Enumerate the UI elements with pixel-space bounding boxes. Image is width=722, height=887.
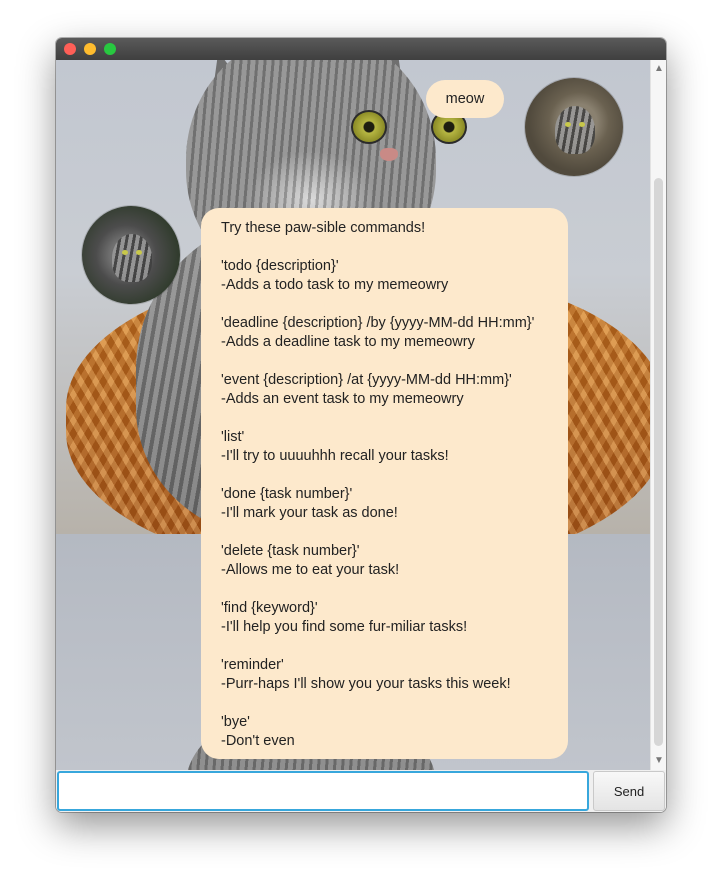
command-syntax: 'event {description} /at {yyyy-MM-dd HH:…: [221, 372, 512, 388]
duke-avatar: [82, 206, 180, 304]
chat-scroll-area[interactable]: meow Try these paw-sible commands! 'todo…: [56, 60, 666, 770]
duke-message-bubble: Try these paw-sible commands! 'todo {des…: [201, 208, 568, 759]
input-bar: Send: [56, 770, 666, 812]
command-syntax: 'delete {task number}': [221, 543, 360, 559]
cat-nose: [380, 148, 398, 161]
user-avatar: [525, 78, 623, 176]
command-description: -I'll help you find some fur-miliar task…: [221, 619, 468, 635]
command-item: 'bye' -Don't even: [221, 713, 548, 751]
minimize-window-button[interactable]: [84, 43, 96, 55]
maximize-window-button[interactable]: [104, 43, 116, 55]
command-syntax: 'bye': [221, 714, 250, 730]
scrollbar-thumb[interactable]: [654, 178, 663, 746]
send-button[interactable]: Send: [593, 771, 665, 811]
command-description: -Purr-haps I'll show you your tasks this…: [221, 676, 511, 692]
command-description: -I'll mark your task as done!: [221, 505, 398, 521]
command-syntax: 'deadline {description} /by {yyyy-MM-dd …: [221, 315, 535, 331]
command-item: 'find {keyword}' -I'll help you find som…: [221, 599, 548, 637]
command-item: 'delete {task number}' -Allows me to eat…: [221, 542, 548, 580]
command-item: 'reminder' -Purr-haps I'll show you your…: [221, 656, 548, 694]
message-input[interactable]: [57, 771, 589, 811]
cat-icon: [555, 106, 595, 154]
scroll-down-arrow-icon[interactable]: ▼: [651, 754, 666, 768]
command-description: -Don't even: [221, 733, 295, 749]
command-syntax: 'done {task number}': [221, 486, 353, 502]
vertical-scrollbar[interactable]: ▲ ▼: [650, 60, 666, 770]
command-description: -Allows me to eat your task!: [221, 562, 400, 578]
title-bar: [56, 38, 666, 60]
command-item: 'done {task number}' -I'll mark your tas…: [221, 485, 548, 523]
scroll-up-arrow-icon[interactable]: ▲: [651, 62, 666, 76]
command-syntax: 'find {keyword}': [221, 600, 318, 616]
command-description: -I'll try to uuuuhhh recall your tasks!: [221, 448, 449, 464]
close-window-button[interactable]: [64, 43, 76, 55]
command-item: 'event {description} /at {yyyy-MM-dd HH:…: [221, 371, 548, 409]
command-syntax: 'todo {description}': [221, 258, 339, 274]
command-description: -Adds an event task to my memeowry: [221, 391, 464, 407]
cat-icon: [112, 234, 152, 282]
duke-intro-text: Try these paw-sible commands!: [221, 220, 426, 236]
avatar-eye: [122, 250, 128, 255]
command-syntax: 'reminder': [221, 657, 284, 673]
user-message-text: meow: [445, 91, 485, 107]
command-description: -Adds a deadline task to my memeowry: [221, 334, 475, 350]
command-item: 'list' -I'll try to uuuuhhh recall your …: [221, 428, 548, 466]
command-description: -Adds a todo task to my memeowry: [221, 277, 449, 293]
avatar-eye: [136, 250, 142, 255]
cat-eye-left: [351, 110, 387, 144]
app-window: meow Try these paw-sible commands! 'todo…: [56, 38, 666, 812]
avatar-eye: [579, 122, 585, 127]
user-message-bubble: meow: [426, 80, 504, 118]
duke-intro: Try these paw-sible commands!: [221, 219, 548, 238]
command-item: 'todo {description}' -Adds a todo task t…: [221, 257, 548, 295]
command-item: 'deadline {description} /by {yyyy-MM-dd …: [221, 314, 548, 352]
command-syntax: 'list': [221, 429, 245, 445]
avatar-eye: [565, 122, 571, 127]
